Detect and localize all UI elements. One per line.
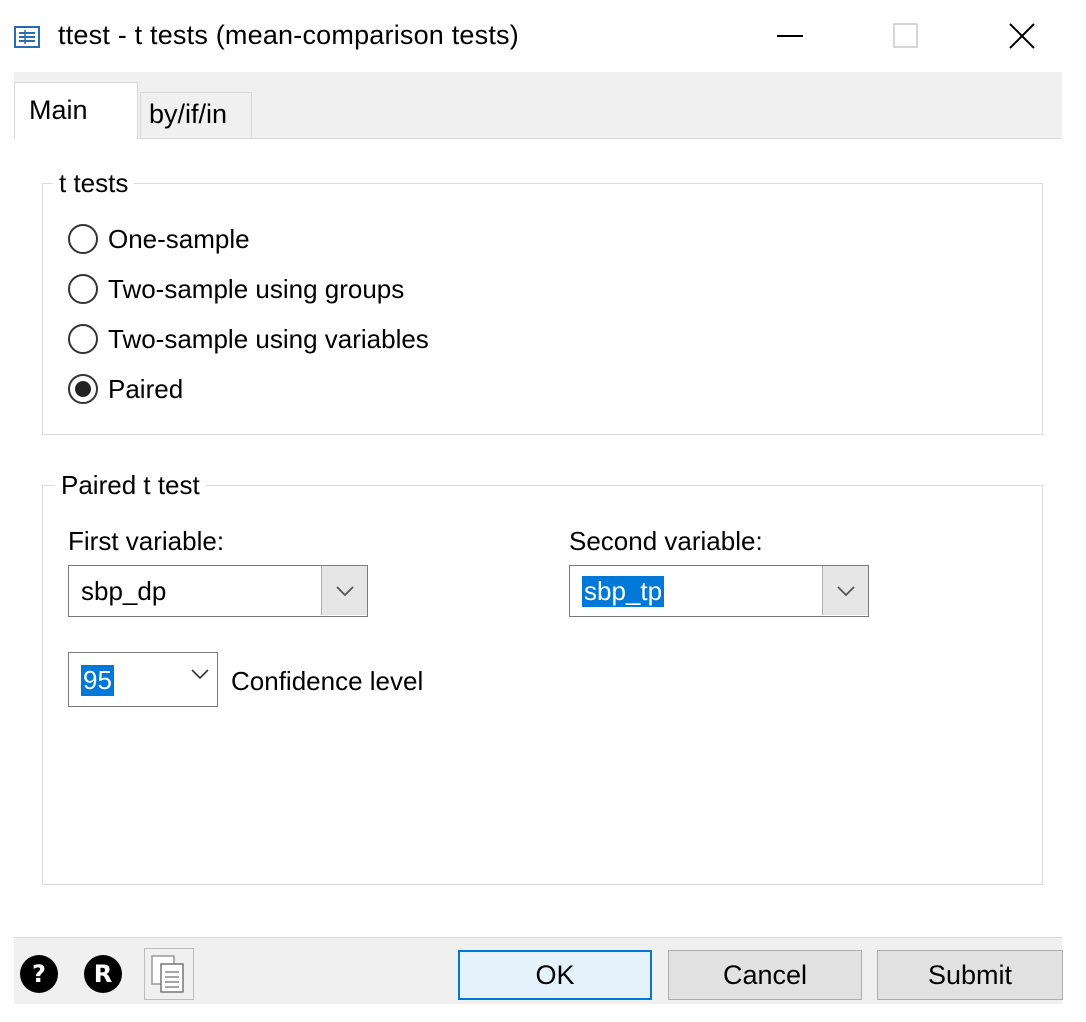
- radio-label: Two-sample using groups: [108, 273, 405, 304]
- radio-button[interactable]: [68, 324, 98, 354]
- tab-main[interactable]: Main: [14, 82, 138, 139]
- first-variable-label: First variable:: [68, 526, 225, 556]
- copy-icon[interactable]: [146, 950, 192, 998]
- radio-button-checked[interactable]: [68, 374, 98, 404]
- radio-one-sample[interactable]: One-sample: [68, 222, 250, 256]
- second-variable-dropdown-button[interactable]: [822, 566, 868, 615]
- help-icon[interactable]: ?: [20, 955, 58, 993]
- radio-button[interactable]: [68, 274, 98, 304]
- second-variable-label: Second variable:: [569, 526, 763, 556]
- radio-two-sample-variables[interactable]: Two-sample using variables: [68, 322, 429, 356]
- close-button[interactable]: [992, 10, 1052, 62]
- r-icon[interactable]: R: [84, 955, 122, 993]
- paired-t-test-legend: Paired t test: [55, 470, 206, 501]
- t-tests-legend: t tests: [53, 168, 135, 199]
- confidence-level-value: 95: [81, 665, 114, 696]
- minimize-button[interactable]: [760, 10, 820, 62]
- radio-two-sample-groups[interactable]: Two-sample using groups: [68, 272, 404, 306]
- first-variable-combo[interactable]: sbp_dp: [68, 565, 368, 617]
- maximize-icon: [893, 23, 918, 48]
- confidence-level-label: Confidence level: [231, 666, 424, 696]
- radio-label: One-sample: [108, 223, 250, 254]
- chevron-down-icon: [335, 585, 354, 596]
- close-icon: [1009, 23, 1035, 49]
- second-variable-value: sbp_tp: [582, 576, 665, 607]
- dialog-icon: [14, 26, 40, 48]
- title-bar: ttest - t tests (mean-comparison tests): [0, 0, 1086, 72]
- radio-button[interactable]: [68, 224, 98, 254]
- minimize-icon: [777, 35, 803, 37]
- ok-button[interactable]: OK: [458, 950, 652, 1000]
- help-glyph: ?: [32, 960, 46, 988]
- window-title: ttest - t tests (mean-comparison tests): [58, 20, 519, 50]
- tab-by-if-in-label: by/if/in: [149, 99, 228, 129]
- cancel-button[interactable]: Cancel: [668, 950, 862, 1000]
- submit-button[interactable]: Submit: [877, 950, 1063, 1000]
- tab-by-if-in[interactable]: by/if/in: [140, 92, 252, 138]
- radio-paired[interactable]: Paired: [68, 372, 183, 406]
- first-variable-value: sbp_dp: [81, 576, 167, 606]
- chevron-down-icon[interactable]: [191, 669, 209, 679]
- confidence-level-combo[interactable]: 95: [68, 652, 218, 707]
- tab-main-label: Main: [29, 95, 88, 125]
- r-glyph: R: [93, 960, 113, 988]
- t-tests-group: t tests: [42, 168, 1043, 435]
- radio-label: Two-sample using variables: [108, 323, 429, 354]
- second-variable-combo[interactable]: sbp_tp: [569, 565, 869, 617]
- first-variable-dropdown-button[interactable]: [321, 566, 367, 615]
- chevron-down-icon: [836, 585, 855, 596]
- maximize-button[interactable]: [876, 10, 936, 62]
- radio-label: Paired: [108, 373, 184, 404]
